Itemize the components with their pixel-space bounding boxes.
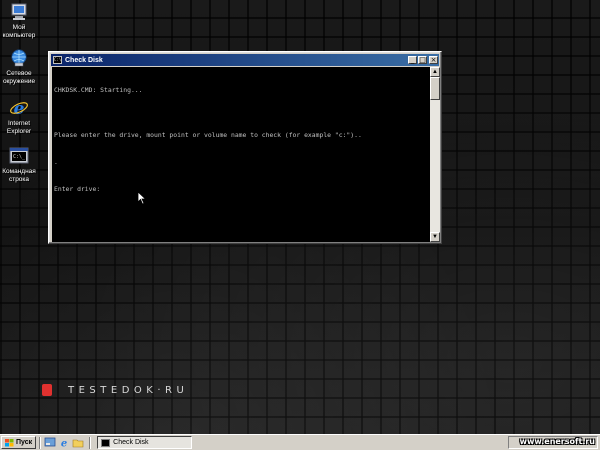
desktop-icon-label: Internet Explorer: [6, 120, 32, 135]
quicklaunch-internet-explorer-icon[interactable]: e: [58, 437, 70, 449]
internet-explorer-icon: e: [10, 99, 28, 118]
minimize-button[interactable]: _: [408, 56, 417, 64]
start-label: Пуск: [16, 439, 33, 446]
window-title: Check Disk: [65, 56, 103, 64]
check-disk-window[interactable]: C:\ Check Disk _ □ × CHKDSK.CMD: Startin…: [48, 51, 442, 244]
watermark-text: www.enersoft.ru: [519, 437, 595, 446]
desktop-icon-network[interactable]: Сетевое окружение: [0, 48, 38, 85]
brand-text: TESTEDOK·RU: [68, 385, 189, 396]
desktop-icon-label: Командная строка: [2, 168, 36, 183]
network-icon: [11, 49, 27, 67]
desktop-icon-command-prompt[interactable]: C:\_ Командная строка: [0, 146, 38, 183]
desktop-icon-internet-explorer[interactable]: e Internet Explorer: [0, 98, 38, 135]
taskbar-button-label: Check Disk: [113, 439, 149, 446]
command-prompt-icon: C:\_: [9, 147, 29, 164]
scrollbar-thumb[interactable]: [430, 77, 440, 100]
brand-logo-square: [42, 384, 52, 396]
scroll-down-button[interactable]: ▼: [430, 232, 440, 242]
console-output[interactable]: CHKDSK.CMD: Starting... Please enter the…: [52, 67, 430, 242]
taskbar-button-check-disk[interactable]: Check Disk: [97, 436, 193, 449]
desktop-icon-my-computer[interactable]: Мой компьютер: [0, 2, 38, 39]
desktop-icon-label: Мой компьютер: [2, 24, 36, 39]
console-app-icon: [101, 438, 111, 447]
console-app-icon: C:\: [53, 56, 62, 64]
console-line: Enter drive:: [54, 185, 101, 193]
scroll-up-button[interactable]: ▲: [430, 67, 440, 77]
svg-text:C:\_: C:\_: [13, 154, 26, 160]
my-computer-icon: [11, 3, 27, 20]
taskbar-separator: [89, 436, 92, 449]
mouse-cursor-icon: [137, 191, 147, 205]
windows-logo-icon: [5, 438, 14, 446]
taskbar: Пуск e Check Disk: [0, 434, 600, 450]
console-line: Please enter the drive, mount point or v…: [54, 131, 362, 139]
maximize-button[interactable]: □: [418, 56, 427, 64]
window-titlebar[interactable]: C:\ Check Disk _ □ ×: [51, 54, 439, 66]
quicklaunch-explorer-icon[interactable]: [72, 437, 84, 448]
close-button[interactable]: ×: [429, 56, 438, 64]
svg-text:e: e: [61, 439, 67, 449]
start-button[interactable]: Пуск: [1, 436, 37, 449]
console-line: .: [54, 158, 58, 166]
svg-text:e: e: [14, 99, 25, 118]
taskbar-separator: [39, 436, 42, 449]
show-desktop-icon[interactable]: [44, 437, 56, 448]
console-line: CHKDSK.CMD: Starting...: [54, 86, 143, 94]
desktop-icon-label: Сетевое окружение: [2, 70, 36, 85]
vertical-scrollbar[interactable]: ▲ ▼: [430, 67, 440, 242]
